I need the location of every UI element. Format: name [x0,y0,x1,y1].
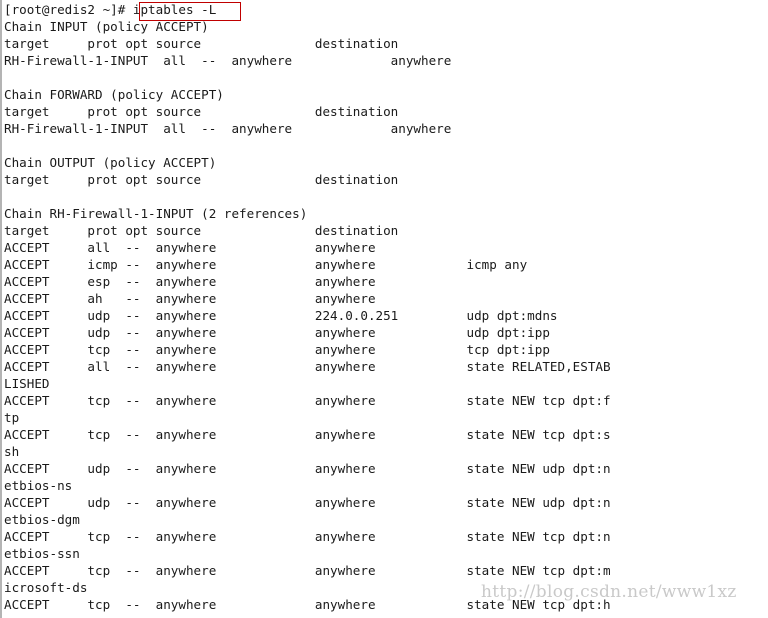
terminal-output-line: ACCEPT udp -- anywhere 224.0.0.251 udp d… [4,308,558,323]
terminal-output-line: ACCEPT tcp -- anywhere anywhere state NE… [4,427,611,442]
terminal-output-line: ACCEPT icmp -- anywhere anywhere icmp an… [4,257,528,272]
terminal-output-line: icrosoft-ds [4,580,88,595]
terminal-output-line [4,137,768,154]
terminal-output-line: RH-Firewall-1-INPUT all -- anywhere anyw… [4,121,452,136]
terminal-output-line: ACCEPT tcp -- anywhere anywhere tcp dpt:… [4,342,550,357]
terminal-output-line: tp [4,410,20,425]
terminal-output-line: RH-Firewall-1-INPUT all -- anywhere anyw… [4,53,452,68]
terminal-output-line: ACCEPT udp -- anywhere anywhere state NE… [4,461,611,476]
terminal-output-line: ACCEPT all -- anywhere anywhere [4,240,376,255]
terminal-output-line: Chain OUTPUT (policy ACCEPT) [4,155,217,170]
terminal-output-line: ACCEPT all -- anywhere anywhere state RE… [4,359,611,374]
terminal-output-line [4,69,768,86]
terminal-output-line: etbios-ssn [4,546,80,561]
terminal-output-line: Chain RH-Firewall-1-INPUT (2 references) [4,206,308,221]
terminal-output-line: ACCEPT tcp -- anywhere anywhere state NE… [4,393,611,408]
terminal-window[interactable]: [root@redis2 ~]# iptables -L Chain INPUT … [0,0,768,618]
terminal-output-line: target prot opt source destination [4,223,399,238]
terminal-scrollback[interactable]: [root@redis2 ~]# iptables -L Chain INPUT … [4,1,768,613]
terminal-output-line: ACCEPT tcp -- anywhere anywhere state NE… [4,597,611,612]
terminal-output-line: ACCEPT esp -- anywhere anywhere [4,274,376,289]
terminal-output-line [4,188,768,205]
terminal-output-line: etbios-ns [4,478,73,493]
terminal-output-line: target prot opt source destination [4,104,399,119]
terminal-output-line: ACCEPT tcp -- anywhere anywhere state NE… [4,563,611,578]
terminal-output-line: Chain INPUT (policy ACCEPT) [4,19,209,34]
terminal-output-line: LISHED [4,376,50,391]
terminal-output-line: ACCEPT udp -- anywhere anywhere state NE… [4,495,611,510]
terminal-output-line: ACCEPT tcp -- anywhere anywhere state NE… [4,529,611,544]
terminal-output-line: target prot opt source destination [4,36,399,51]
terminal-output-line: ACCEPT udp -- anywhere anywhere udp dpt:… [4,325,550,340]
terminal-output-line: target prot opt source destination [4,172,399,187]
terminal-output-line: sh [4,444,20,459]
terminal-prompt-line: [root@redis2 ~]# iptables -L [4,2,217,17]
terminal-output-line: Chain FORWARD (policy ACCEPT) [4,87,224,102]
terminal-output-line: etbios-dgm [4,512,80,527]
terminal-output-line: ACCEPT ah -- anywhere anywhere [4,291,376,306]
